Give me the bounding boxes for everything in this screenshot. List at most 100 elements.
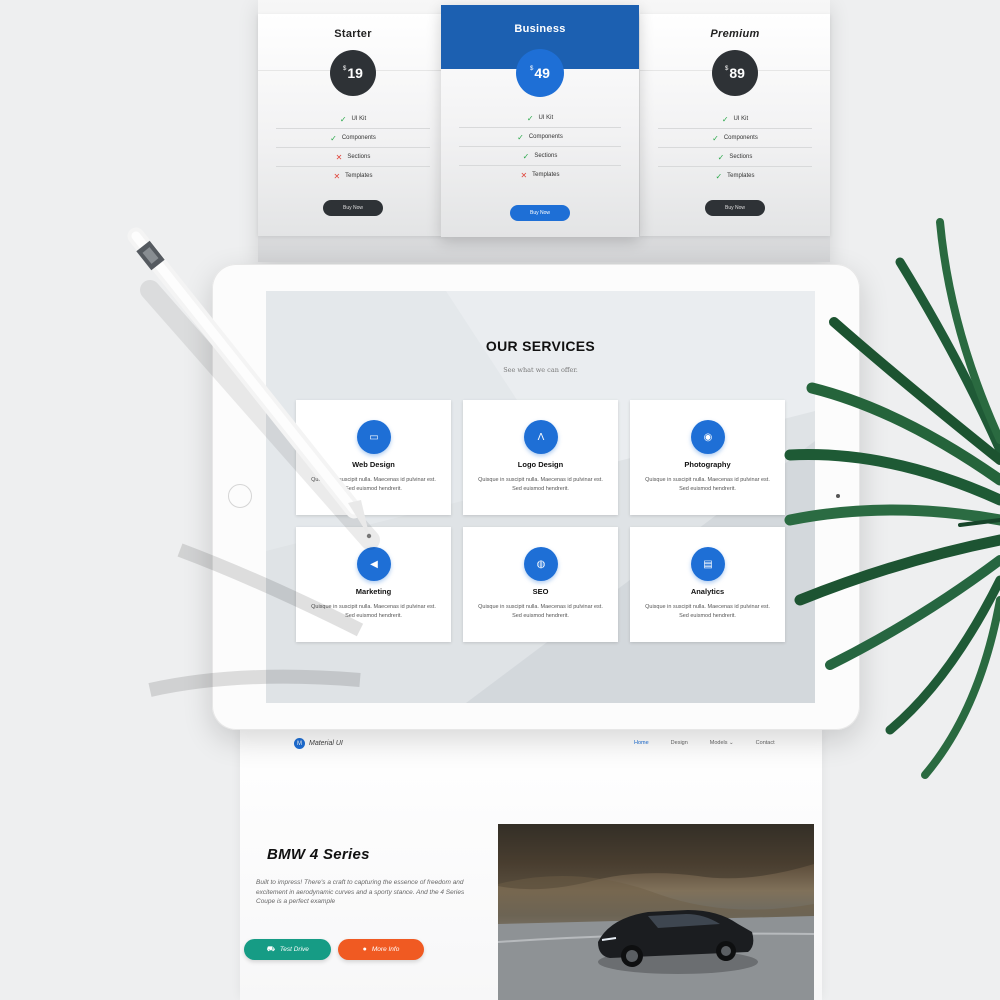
- feature-label: UI Kit: [538, 115, 554, 121]
- service-name: Marketing: [355, 587, 392, 596]
- more-info-label: More Info: [371, 946, 400, 953]
- currency-symbol: $: [343, 66, 347, 72]
- nav-links: Home Design Models ⌄ Contact: [634, 740, 797, 746]
- service-name: Logo Design: [517, 460, 564, 469]
- cross-icon: ✕: [333, 171, 341, 181]
- feature-label: Components: [723, 135, 758, 141]
- check-icon: ✓: [715, 171, 723, 181]
- info-icon: ●: [362, 946, 367, 953]
- feature-label: UI Kit: [351, 116, 367, 122]
- globe-icon: ◍: [524, 547, 558, 581]
- service-card-marketing[interactable]: ◀ Marketing Quisque in suscipit nulla. M…: [296, 527, 451, 642]
- feature-list: ✓ UI Kit ✓ Components ✓ Sections ✕ Templates: [459, 109, 621, 184]
- feature-row: ✓ Templates: [658, 167, 812, 185]
- nav-link-models[interactable]: Models ⌄: [710, 740, 734, 746]
- price-badge: $ 19: [330, 50, 376, 96]
- car-icon: ⛟: [266, 946, 275, 953]
- service-card-analytics[interactable]: ▤ Analytics Quisque in suscipit nulla. M…: [630, 527, 785, 642]
- feature-row: ✓ Components: [658, 129, 812, 148]
- compass-icon: Λ: [524, 420, 558, 454]
- check-icon: ✓: [717, 152, 725, 162]
- feature-row: ✕ Sections: [276, 148, 430, 167]
- feature-row: ✓ Sections: [658, 148, 812, 167]
- cross-icon: ✕: [520, 170, 528, 180]
- test-drive-label: Test Drive: [279, 946, 309, 953]
- camera-icon: ◉: [691, 420, 725, 454]
- brand[interactable]: M Material UI: [294, 738, 343, 749]
- feature-row: ✓ Sections: [459, 147, 621, 166]
- more-info-button[interactable]: ● More Info: [338, 939, 424, 960]
- service-card-photography[interactable]: ◉ Photography Quisque in suscipit nulla.…: [630, 400, 785, 515]
- pricing-card-starter: Starter $ 19 ✓ UI Kit ✓ Components ✕ Sectio…: [258, 14, 448, 236]
- currency-symbol: $: [725, 66, 729, 72]
- pricing-card-business: Business $ 49 ✓ UI Kit ✓ Components ✓ Secti…: [441, 5, 639, 237]
- service-card-web-design[interactable]: ▭ Web Design Quisque in suscipit nulla. …: [296, 400, 451, 515]
- service-name: Photography: [684, 460, 731, 469]
- landing-section: M Material UI Home Design Models ⌄ Conta…: [240, 728, 822, 1000]
- service-name: SEO: [532, 587, 549, 596]
- feature-label: Templates: [727, 173, 755, 179]
- service-name: Analytics: [690, 587, 725, 596]
- cross-icon: ✕: [335, 152, 343, 162]
- check-icon: ✓: [339, 114, 347, 124]
- currency-symbol: $: [530, 66, 534, 72]
- car-photo-illustration: [498, 824, 814, 1000]
- service-description: Quisque in suscipit nulla. Maecenas id p…: [645, 477, 770, 492]
- feature-row: ✓ UI Kit: [276, 110, 430, 129]
- service-description: Quisque in suscipit nulla. Maecenas id p…: [478, 604, 603, 619]
- feature-row: ✕ Templates: [276, 167, 430, 185]
- buy-now-button-starter[interactable]: Buy Now: [323, 200, 383, 216]
- services-title: OUR SERVICES: [485, 338, 596, 354]
- check-icon: ✓: [721, 114, 729, 124]
- service-description: Quisque in suscipit nulla. Maecenas id p…: [311, 477, 436, 492]
- price-amount: 19: [347, 65, 363, 81]
- home-button[interactable]: [228, 484, 252, 508]
- feature-label: Sections: [534, 153, 558, 159]
- feature-label: Sections: [347, 154, 371, 160]
- plan-name: Business: [514, 23, 566, 35]
- service-name: Web Design: [352, 460, 395, 469]
- buy-now-button-business[interactable]: Buy Now: [510, 205, 570, 221]
- buy-now-button-premium[interactable]: Buy Now: [705, 200, 765, 216]
- tablet-device: OUR SERVICES See what we can offer. ▭ We…: [212, 264, 860, 730]
- feature-label: Components: [341, 135, 376, 141]
- service-card-logo-design[interactable]: Λ Logo Design Quisque in suscipit nulla.…: [463, 400, 618, 515]
- top-navbar: M Material UI Home Design Models ⌄ Conta…: [240, 728, 822, 758]
- service-description: Quisque in suscipit nulla. Maecenas id p…: [311, 604, 436, 619]
- check-icon: ✓: [712, 133, 719, 143]
- nav-link-home[interactable]: Home: [634, 740, 649, 746]
- feature-row: ✕ Templates: [459, 166, 621, 184]
- hero-description: Built to impress! There's a craft to cap…: [256, 879, 465, 905]
- check-icon: ✓: [522, 151, 530, 161]
- price-amount: 89: [729, 65, 745, 81]
- feature-row: ✓ UI Kit: [658, 110, 812, 129]
- nav-link-contact[interactable]: Contact: [756, 740, 775, 746]
- car-photo: [498, 824, 814, 1000]
- hero-title: BMW 4 Series: [267, 846, 370, 863]
- feature-label: Components: [528, 134, 563, 140]
- check-icon: ✓: [517, 132, 524, 142]
- test-drive-button[interactable]: ⛟ Test Drive: [244, 939, 331, 960]
- services-subtitle: See what we can offer.: [503, 366, 578, 374]
- megaphone-icon: ◀: [357, 547, 391, 581]
- laptop-icon: ▭: [357, 420, 391, 454]
- brand-logo-icon: M: [294, 738, 305, 749]
- feature-label: Sections: [729, 154, 753, 160]
- feature-row: ✓ Components: [459, 128, 621, 147]
- pricing-section: Starter $ 19 ✓ UI Kit ✓ Components ✕ Sectio…: [258, 0, 830, 262]
- feature-label: Templates: [345, 173, 373, 179]
- pricing-card-premium: Premium $ 89 ✓ UI Kit ✓ Components ✓ Sectio…: [640, 14, 830, 236]
- check-icon: ✓: [330, 133, 337, 143]
- service-card-seo[interactable]: ◍ SEO Quisque in suscipit nulla. Maecena…: [463, 527, 618, 642]
- service-description: Quisque in suscipit nulla. Maecenas id p…: [645, 604, 770, 619]
- feature-label: Templates: [532, 172, 560, 178]
- service-description: Quisque in suscipit nulla. Maecenas id p…: [478, 477, 603, 492]
- feature-label: UI Kit: [733, 116, 749, 122]
- price-badge: $ 49: [516, 49, 564, 97]
- chart-icon: ▤: [691, 547, 725, 581]
- nav-link-design[interactable]: Design: [671, 740, 688, 746]
- brand-name: Material UI: [309, 740, 343, 747]
- plan-name: Premium: [710, 28, 760, 40]
- price-badge: $ 89: [712, 50, 758, 96]
- feature-row: ✓ UI Kit: [459, 109, 621, 128]
